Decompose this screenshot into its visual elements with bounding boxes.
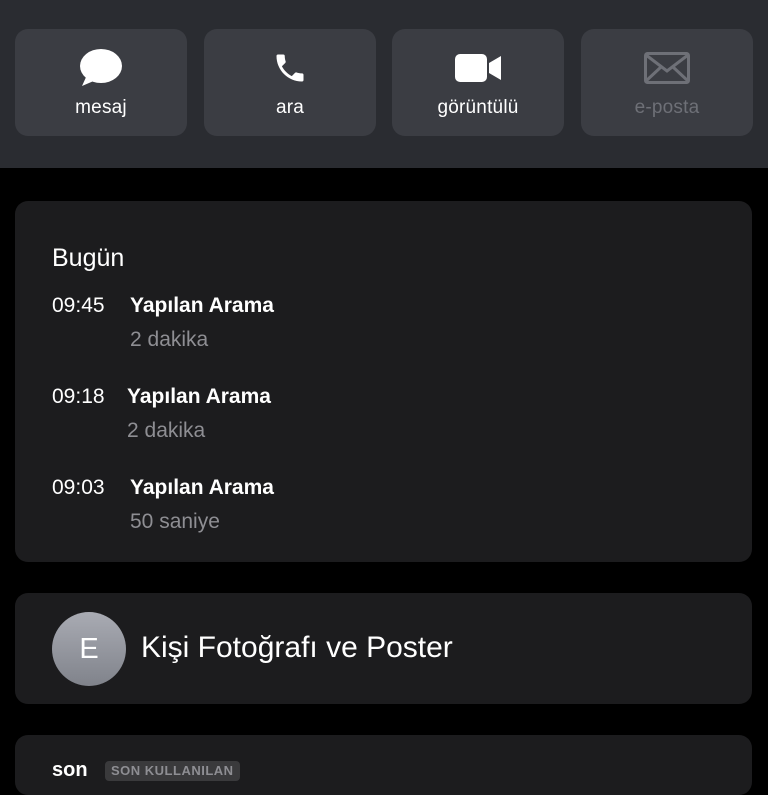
avatar: E: [52, 612, 126, 686]
contact-poster-row[interactable]: E Kişi Fotoğrafı ve Poster: [15, 593, 752, 704]
video-button[interactable]: görüntülü: [392, 29, 564, 136]
call-duration: 50 saniye: [130, 510, 220, 533]
call-duration: 2 dakika: [130, 328, 209, 351]
call-time: 09:18: [52, 385, 105, 408]
phone-icon: [272, 49, 308, 87]
message-button[interactable]: mesaj: [15, 29, 187, 136]
call-label: ara: [275, 97, 305, 118]
action-bar: mesaj ara görüntülü e-posta: [0, 0, 768, 168]
call-history-card: Bugün 09:45 Yapılan Arama 2 dakika 09:18…: [15, 201, 752, 562]
video-icon: [455, 49, 501, 87]
mail-icon: [644, 49, 690, 87]
call-type: Yapılan Arama: [130, 476, 274, 499]
recent-badge: SON KULLANILAN: [105, 761, 240, 781]
email-button[interactable]: e-posta: [581, 29, 753, 136]
message-icon: [79, 49, 123, 87]
message-label: mesaj: [75, 97, 127, 118]
call-type: Yapılan Arama: [127, 385, 271, 408]
video-label: görüntülü: [437, 97, 519, 118]
contact-poster-label: Kişi Fotoğrafı ve Poster: [141, 631, 453, 664]
call-time: 09:45: [52, 294, 105, 317]
call-history-title: Bugün: [52, 244, 125, 272]
recent-sim-label: son: [52, 759, 88, 781]
call-type: Yapılan Arama: [130, 294, 274, 317]
email-label: e-posta: [634, 97, 700, 118]
call-time: 09:03: [52, 476, 105, 499]
recent-card[interactable]: son SON KULLANILAN: [15, 735, 752, 795]
call-button[interactable]: ara: [204, 29, 376, 136]
call-duration: 2 dakika: [127, 419, 206, 442]
